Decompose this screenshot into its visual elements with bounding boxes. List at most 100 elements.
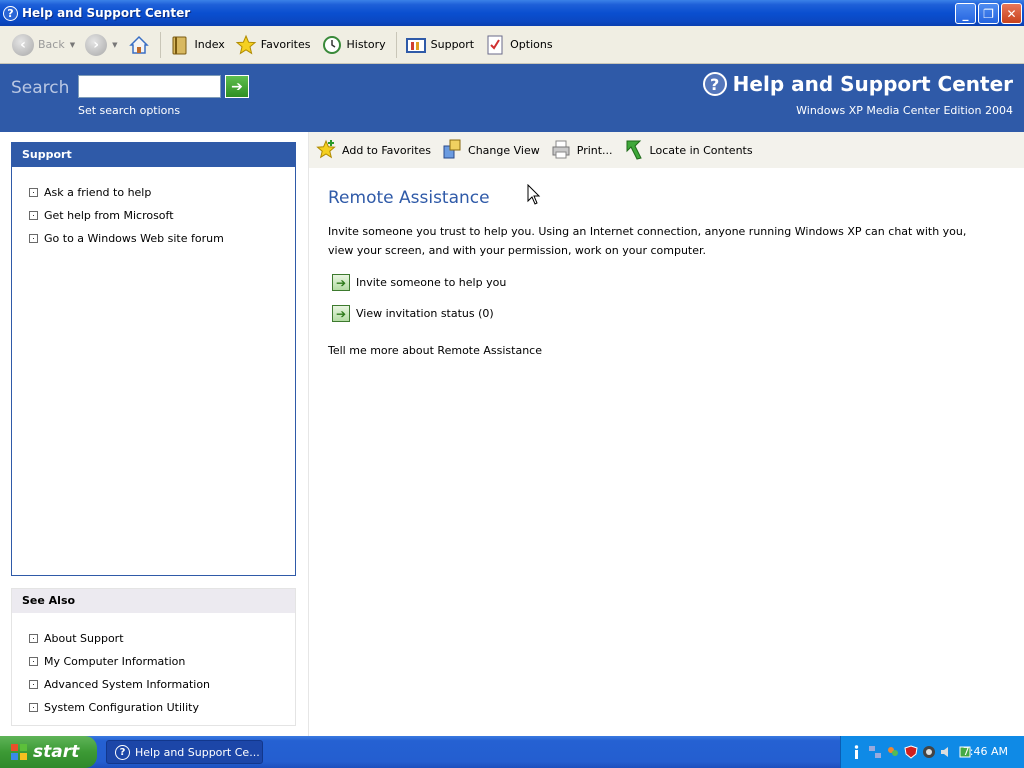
task-label: Invite someone to help you (356, 276, 507, 289)
set-search-options-link[interactable]: Set search options (78, 104, 180, 117)
content-toolbar: Add to Favorites Change View Print... Lo… (309, 132, 1024, 168)
search-go-button[interactable]: ➔ (225, 75, 249, 98)
green-arrow-icon: ➔ (332, 274, 350, 291)
link-label: Advanced System Information (44, 678, 211, 691)
security-shield-icon[interactable] (903, 744, 919, 760)
windows-logo-icon (11, 744, 27, 760)
bullet-icon (29, 234, 38, 243)
see-also-my-computer[interactable]: My Computer Information (12, 650, 295, 673)
search-input[interactable] (78, 75, 221, 98)
antivirus-icon[interactable] (921, 744, 937, 760)
support-link-forum[interactable]: Go to a Windows Web site forum (12, 227, 295, 250)
back-label: Back (38, 38, 65, 51)
search-header: Search ➔ Set search options ? Help and S… (0, 64, 1024, 132)
see-also-system-config[interactable]: System Configuration Utility (12, 696, 295, 719)
link-label: Ask a friend to help (44, 186, 152, 199)
system-clock[interactable]: 7:46 AM (963, 745, 1008, 758)
see-also-links: About Support My Computer Information Ad… (12, 613, 295, 719)
close-button[interactable]: ✕ (1001, 3, 1022, 24)
system-tray: 7:46 AM (840, 736, 1024, 768)
title-bar[interactable]: ? Help and Support Center _ ❐ ✕ (0, 0, 1024, 26)
task-view-status[interactable]: ➔ View invitation status (0) (328, 305, 998, 322)
locate-in-contents-button[interactable]: Locate in Contents (623, 138, 753, 163)
messenger-icon[interactable] (885, 744, 901, 760)
bullet-icon (29, 634, 38, 643)
bullet-icon (29, 188, 38, 197)
info-icon[interactable] (849, 744, 865, 760)
support-icon (405, 34, 427, 56)
forward-button[interactable]: › ▼ (81, 30, 121, 60)
description-text: Invite someone you trust to help you. Us… (328, 225, 967, 257)
locate-arrow-icon (623, 138, 645, 163)
link-label: Get help from Microsoft (44, 209, 174, 222)
add-favorites-label: Add to Favorites (342, 143, 432, 157)
bullet-icon (29, 680, 38, 689)
change-view-button[interactable]: Change View (441, 138, 540, 163)
start-button[interactable]: start (0, 736, 97, 768)
forward-arrow-icon: › (85, 33, 108, 56)
see-also-advanced-system[interactable]: Advanced System Information (12, 673, 295, 696)
favorites-label: Favorites (260, 38, 311, 51)
taskbar-window-label: Help and Support Ce... (135, 745, 260, 759)
options-button[interactable]: Options (480, 30, 556, 60)
edition-label: Windows XP Media Center Edition 2004 (796, 104, 1013, 117)
print-label: Print... (576, 143, 613, 157)
volume-icon[interactable] (939, 744, 955, 760)
go-arrow-icon: ➔ (231, 78, 243, 95)
link-label: System Configuration Utility (44, 701, 199, 714)
favorites-button[interactable]: Favorites (231, 30, 315, 60)
support-link-microsoft[interactable]: Get help from Microsoft (12, 204, 295, 227)
link-label: About Support (44, 632, 124, 645)
history-clock-icon (321, 34, 343, 56)
history-button[interactable]: History (317, 30, 390, 60)
page-title: Remote Assistance (328, 188, 490, 208)
toolbar-separator (159, 31, 161, 58)
support-links: Ask a friend to help Get help from Micro… (12, 167, 295, 250)
taskbar-window-button[interactable]: ? Help and Support Ce... (106, 740, 263, 764)
task-invite[interactable]: ➔ Invite someone to help you (328, 274, 998, 291)
minimize-icon: _ (962, 6, 969, 21)
close-icon: ✕ (1006, 6, 1017, 21)
support-link-ask-friend[interactable]: Ask a friend to help (12, 181, 295, 204)
link-label: Go to a Windows Web site forum (44, 232, 224, 245)
back-button[interactable]: ‹ Back ▼ (8, 30, 79, 60)
task-label: View invitation status (0) (356, 307, 494, 320)
window-title: Help and Support Center (22, 6, 191, 20)
tell-me-more-link[interactable]: Tell me more about Remote Assistance (328, 344, 998, 357)
start-label: start (33, 742, 80, 762)
minimize-button[interactable]: _ (955, 3, 976, 24)
content-pane: Add to Favorites Change View Print... Lo… (308, 132, 1024, 736)
left-pane: Support Ask a friend to help Get help fr… (0, 132, 308, 736)
bullet-icon (29, 657, 38, 666)
support-button[interactable]: Support (401, 30, 478, 60)
see-also-panel: See Also About Support My Computer Infor… (11, 588, 296, 726)
history-label: History (346, 38, 386, 51)
book-icon (169, 34, 191, 56)
network-icon[interactable] (867, 744, 883, 760)
index-button[interactable]: Index (165, 30, 229, 60)
add-to-favorites-button[interactable]: Add to Favorites (315, 138, 431, 163)
print-button[interactable]: Print... (550, 138, 613, 163)
maximize-button[interactable]: ❐ (978, 3, 999, 24)
help-icon: ? (3, 5, 18, 21)
forward-dropdown-icon[interactable]: ▼ (112, 41, 117, 49)
back-dropdown-icon[interactable]: ▼ (70, 41, 75, 49)
index-label: Index (194, 38, 225, 51)
locate-label: Locate in Contents (649, 143, 753, 157)
home-button[interactable] (124, 30, 154, 60)
help-and-support-window: ? Help and Support Center _ ❐ ✕ ‹ Back ▼… (0, 0, 1024, 768)
taskbar: start ? Help and Support Ce... 7:46 AM (0, 736, 1024, 768)
change-view-icon (441, 138, 463, 163)
see-also-title: See Also (12, 589, 295, 613)
printer-icon (550, 138, 572, 163)
star-icon (235, 34, 257, 56)
change-view-label: Change View (468, 143, 540, 157)
bullet-icon (29, 211, 38, 220)
app-title: ? Help and Support Center (702, 72, 1013, 96)
support-panel-title: Support (12, 143, 295, 167)
link-label: My Computer Information (44, 655, 186, 668)
green-arrow-icon: ➔ (332, 305, 350, 322)
options-label: Options (510, 38, 553, 51)
help-icon: ? (702, 72, 727, 96)
see-also-about-support[interactable]: About Support (12, 627, 295, 650)
